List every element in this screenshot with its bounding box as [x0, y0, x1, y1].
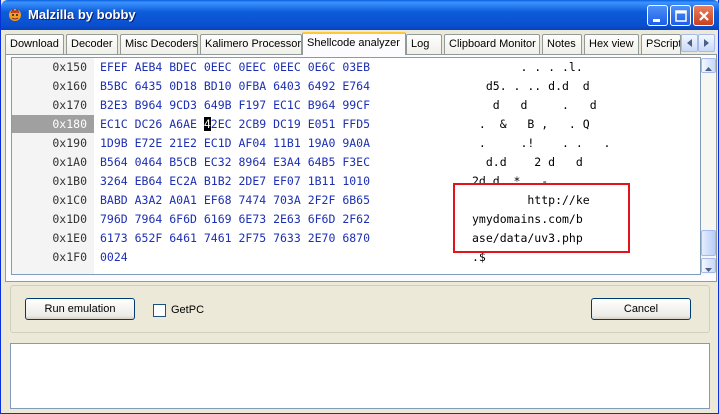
arrow-right-icon — [704, 39, 709, 47]
row-bytes: 0024 — [100, 250, 128, 264]
row-address: 0x170 — [52, 98, 87, 112]
row-bytes-selected: EC1C DC26 A6AE 42EC 2CB9 DC19 E051 FFD5 — [100, 117, 371, 131]
row-bytes: B5BC 6435 0D18 BD10 0FBA 6403 6492 E764 — [100, 79, 371, 93]
hex-row[interactable]: 0x1A0 B564 0464 B5CB EC32 8964 E3A4 64B5… — [12, 153, 692, 171]
tab-label: Download — [10, 38, 59, 50]
row-ascii: http://ke — [472, 193, 590, 207]
arrow-left-icon — [687, 39, 692, 47]
tab-label: Kalimero Processor — [205, 38, 301, 50]
maximize-icon — [675, 10, 687, 22]
scroll-up-button[interactable] — [701, 58, 716, 73]
tab-scroll-right-button[interactable] — [698, 34, 715, 52]
hex-row[interactable]: 0x160 B5BC 6435 0D18 BD10 0FBA 6403 6492… — [12, 77, 692, 95]
row-ascii: . . . .l. — [472, 60, 583, 74]
tab-decoder[interactable]: Decoder — [66, 34, 118, 54]
minimize-button[interactable] — [647, 5, 668, 26]
row-address: 0x1F0 — [52, 250, 87, 264]
tab-scroll-buttons — [681, 34, 715, 52]
hex-row[interactable]: 0x150 EFEF AEB4 BDEC 0EEC 0EEC 0EEC 0E6C… — [12, 58, 692, 76]
hex-row[interactable]: 0x1C0 BABD A3A2 A0A1 EF68 7474 703A 2F2F… — [12, 191, 692, 209]
tab-misc-decoders[interactable]: Misc Decoders — [120, 34, 198, 54]
tab-label: Decoder — [71, 38, 113, 50]
row-bytes: 796D 7964 6F6D 6169 6E73 2E63 6F6D 2F62 — [100, 212, 371, 226]
row-address: 0x190 — [52, 136, 87, 150]
tab-label: PScript — [646, 38, 681, 50]
hex-row[interactable]: 0x190 1D9B E72E 21E2 EC1D AF04 11B1 19A0… — [12, 134, 692, 152]
cancel-button[interactable]: Cancel — [591, 298, 691, 320]
hex-editor[interactable]: 0x150 EFEF AEB4 BDEC 0EEC 0EEC 0EEC 0E6C… — [11, 57, 701, 275]
tab-pscript[interactable]: PScript — [641, 34, 681, 54]
arrow-up-icon — [705, 67, 712, 71]
row-bytes: 1D9B E72E 21E2 EC1D AF04 11B1 19A0 9A0A — [100, 136, 371, 150]
row-bytes: B564 0464 B5CB EC32 8964 E3A4 64B5 F3EC — [100, 155, 371, 169]
hex-row[interactable]: 0x1B0 3264 EB64 EC2A B1B2 2DE7 EF07 1B11… — [12, 172, 692, 190]
row-bytes: EFEF AEB4 BDEC 0EEC 0EEC 0EEC 0E6C 03EB — [100, 60, 371, 74]
window-title: Malzilla by bobby — [28, 7, 136, 22]
row-ascii: 2d d * - . .... — [472, 174, 611, 188]
arrow-down-icon — [705, 268, 712, 272]
getpc-checkbox[interactable] — [153, 304, 166, 317]
tab-label: Misc Decoders — [125, 38, 198, 50]
row-address: 0x1D0 — [52, 212, 87, 226]
maximize-button[interactable] — [670, 5, 691, 26]
hex-vertical-scrollbar[interactable] — [701, 58, 716, 274]
row-address: 0x1B0 — [52, 174, 87, 188]
app-window: Malzilla by bobby Download Decoder Misc … — [0, 0, 719, 414]
malzilla-icon — [9, 8, 21, 21]
row-ascii: . & B , . Q — [472, 117, 590, 131]
row-address: 0x160 — [52, 79, 87, 93]
shellcode-panel: 0x150 EFEF AEB4 BDEC 0EEC 0EEC 0EEC 0E6C… — [5, 54, 717, 282]
row-ascii: . .! . . . — [472, 136, 611, 150]
close-icon — [699, 11, 709, 21]
row-ascii: ase/data/uv3.php — [472, 231, 583, 245]
scroll-down-button[interactable] — [701, 258, 716, 273]
tab-label: Notes — [547, 38, 576, 50]
close-button[interactable] — [693, 5, 714, 26]
row-address: 0x1C0 — [52, 193, 87, 207]
tab-clipboard-monitor[interactable]: Clipboard Monitor — [444, 34, 540, 54]
row-ascii: d.d 2 d d — [472, 155, 583, 169]
hex-row[interactable]: 0x1D0 796D 7964 6F6D 6169 6E73 2E63 6F6D… — [12, 210, 692, 228]
scroll-thumb[interactable] — [701, 230, 716, 256]
controls-bar: Run emulation GetPC Cancel — [10, 285, 710, 335]
row-address: 0x180 — [52, 117, 87, 131]
row-bytes: 6173 652F 6461 7461 2F75 7633 2E70 6870 — [100, 231, 371, 245]
getpc-label: GetPC — [171, 304, 205, 316]
tab-label: Clipboard Monitor — [449, 38, 536, 50]
hex-row-selected[interactable]: 0x180 EC1C DC26 A6AE 42EC 2CB9 DC19 E051… — [12, 115, 692, 133]
run-emulation-button[interactable]: Run emulation — [25, 298, 135, 320]
row-ascii: .$ — [472, 250, 486, 264]
minimize-icon — [653, 19, 660, 22]
row-address: 0x150 — [52, 60, 87, 74]
row-ascii: ymydomains.com/b — [472, 212, 583, 226]
hex-row[interactable]: 0x1F0 0024 .$ — [12, 248, 692, 266]
tab-scroll-left-button[interactable] — [681, 34, 698, 52]
tab-kalimero-processor[interactable]: Kalimero Processor — [200, 34, 302, 54]
tab-strip: Download Decoder Misc Decoders Kalimero … — [5, 32, 717, 55]
title-bar[interactable]: Malzilla by bobby — [1, 0, 719, 30]
row-ascii: d5. . .. d.d d — [472, 79, 590, 93]
tab-label: Shellcode analyzer — [307, 37, 400, 49]
row-bytes: BABD A3A2 A0A1 EF68 7474 703A 2F2F 6B65 — [100, 193, 371, 207]
tab-notes[interactable]: Notes — [542, 34, 582, 54]
tab-log[interactable]: Log — [406, 34, 442, 54]
hex-row[interactable]: 0x1E0 6173 652F 6461 7461 2F75 7633 2E70… — [12, 229, 692, 247]
hex-row[interactable]: 0x170 B2E3 B964 9CD3 649B F197 EC1C B964… — [12, 96, 692, 114]
tab-hex-view[interactable]: Hex view — [584, 34, 639, 54]
row-address: 0x1A0 — [52, 155, 87, 169]
row-ascii: d d . d — [472, 98, 597, 112]
hex-cursor: 4 — [203, 117, 211, 131]
row-bytes: B2E3 B964 9CD3 649B F197 EC1C B964 99CF — [100, 98, 371, 112]
tab-shellcode-analyzer[interactable]: Shellcode analyzer — [302, 32, 406, 55]
tab-label: Hex view — [589, 38, 634, 50]
output-textarea[interactable] — [10, 343, 710, 409]
row-bytes: 3264 EB64 EC2A B1B2 2DE7 EF07 1B11 1010 — [100, 174, 371, 188]
row-address: 0x1E0 — [52, 231, 87, 245]
tab-label: Log — [411, 38, 430, 50]
tab-download[interactable]: Download — [5, 34, 64, 54]
